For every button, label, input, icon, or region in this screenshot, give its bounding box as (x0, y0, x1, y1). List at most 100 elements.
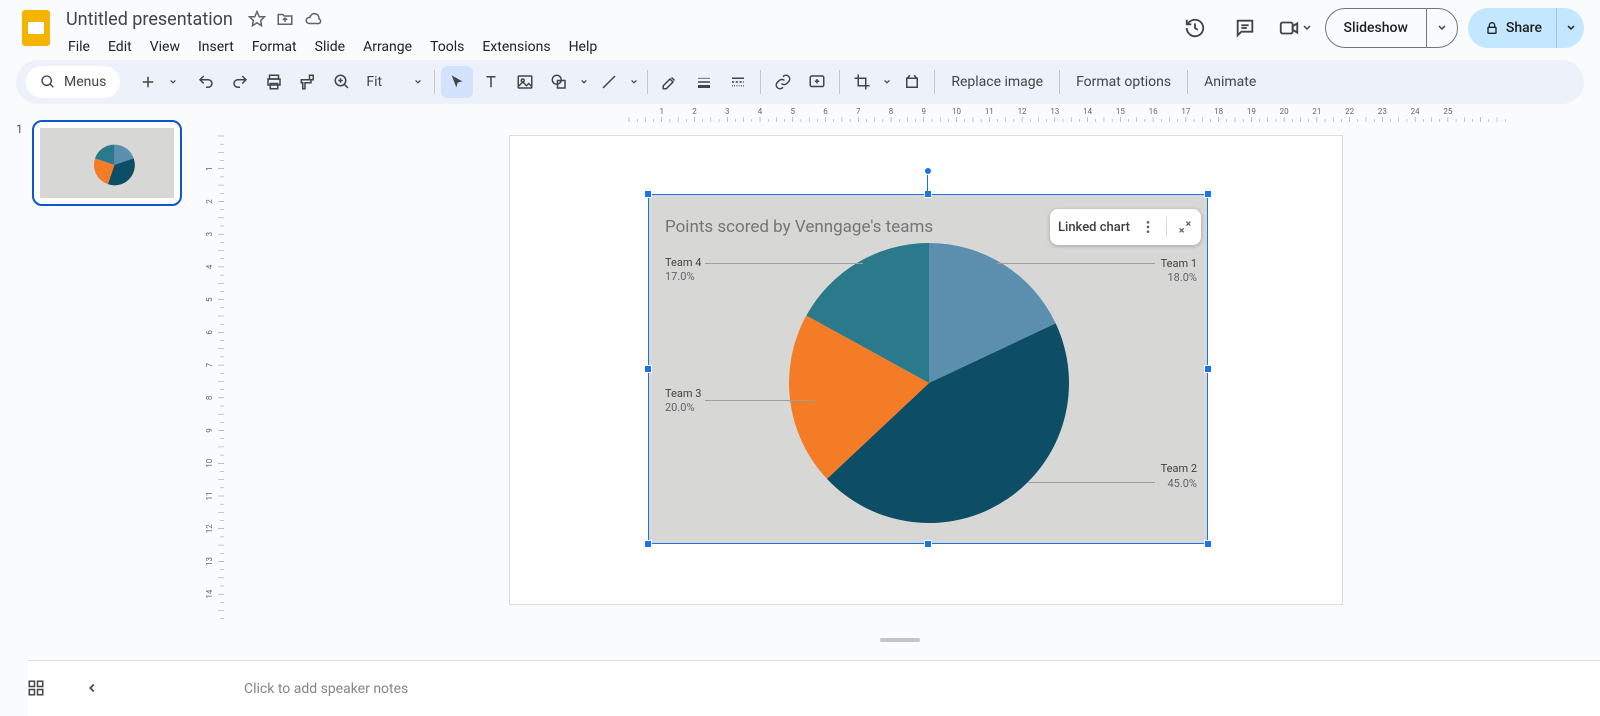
menu-search[interactable]: Menus (26, 66, 120, 98)
grid-view-icon[interactable] (22, 674, 50, 702)
separator (760, 70, 761, 94)
line-tool[interactable] (593, 66, 625, 98)
new-slide-dropdown[interactable] (166, 78, 180, 86)
comments-icon[interactable] (1225, 8, 1265, 48)
border-weight-button[interactable] (688, 66, 720, 98)
move-icon[interactable] (275, 9, 295, 29)
menu-format[interactable]: Format (244, 35, 305, 59)
svg-text:8: 8 (889, 107, 894, 116)
resize-handle[interactable] (644, 365, 652, 373)
svg-text:7: 7 (205, 362, 214, 367)
canvas-area[interactable]: 1234567891011121314151617181920212223242… (200, 104, 1600, 716)
resize-handle[interactable] (1204, 190, 1212, 198)
replace-image-button[interactable]: Replace image (941, 66, 1053, 98)
undo-button[interactable] (190, 66, 222, 98)
resize-handle[interactable] (924, 540, 932, 548)
separator (1187, 70, 1188, 94)
svg-text:14: 14 (1083, 107, 1092, 116)
svg-text:21: 21 (1312, 107, 1321, 116)
crop-button[interactable] (846, 66, 878, 98)
resize-handle[interactable] (924, 190, 932, 198)
menu-extensions[interactable]: Extensions (474, 35, 558, 59)
separator (1059, 70, 1060, 94)
version-history-icon[interactable] (1175, 8, 1215, 48)
menu-tools[interactable]: Tools (422, 35, 472, 59)
resize-handle[interactable] (644, 540, 652, 548)
svg-text:10: 10 (952, 107, 961, 116)
resize-handle[interactable] (644, 190, 652, 198)
slide-thumbnail-1[interactable] (32, 120, 182, 206)
reset-image-button[interactable] (896, 66, 928, 98)
svg-text:15: 15 (1116, 107, 1125, 116)
separator (1166, 217, 1167, 237)
line-dropdown[interactable] (627, 78, 641, 86)
svg-text:12: 12 (205, 524, 214, 533)
slide-canvas[interactable]: Points scored by Venngage's teams Team 1… (510, 136, 1342, 604)
border-color-button[interactable] (654, 66, 686, 98)
doc-title[interactable]: Untitled presentation (60, 7, 239, 32)
menu-arrange[interactable]: Arrange (355, 35, 420, 59)
select-tool[interactable] (441, 66, 473, 98)
speaker-notes[interactable]: Click to add speaker notes (28, 660, 1600, 716)
shape-tool[interactable] (543, 66, 575, 98)
print-button[interactable] (258, 66, 290, 98)
meet-button[interactable] (1275, 8, 1315, 48)
link-button[interactable] (767, 66, 799, 98)
menu-view[interactable]: View (142, 35, 188, 59)
resize-handle[interactable] (1204, 540, 1212, 548)
zoom-button[interactable] (326, 66, 358, 98)
svg-text:25: 25 (1443, 107, 1452, 116)
slides-logo[interactable] (16, 8, 56, 48)
zoom-select[interactable]: Fit (360, 66, 428, 98)
svg-text:5: 5 (205, 297, 214, 302)
menu-insert[interactable]: Insert (190, 35, 242, 59)
image-tool[interactable] (509, 66, 541, 98)
animate-button[interactable]: Animate (1194, 66, 1266, 98)
unlink-icon[interactable] (1177, 219, 1193, 235)
paint-format-button[interactable] (292, 66, 324, 98)
svg-text:11: 11 (985, 107, 994, 116)
slideshow-dropdown[interactable] (1427, 9, 1457, 47)
border-dash-button[interactable] (722, 66, 754, 98)
share-dropdown[interactable] (1556, 8, 1584, 48)
crop-dropdown[interactable] (880, 78, 894, 86)
menu-slide[interactable]: Slide (307, 35, 353, 59)
leader-line (705, 400, 815, 401)
svg-text:16: 16 (1149, 107, 1158, 116)
svg-text:7: 7 (856, 107, 861, 116)
redo-button[interactable] (224, 66, 256, 98)
separator (839, 70, 840, 94)
rotate-handle[interactable] (924, 167, 932, 175)
textbox-tool[interactable] (475, 66, 507, 98)
resize-handle[interactable] (1204, 365, 1212, 373)
menu-search-label: Menus (64, 74, 106, 90)
comment-button[interactable] (801, 66, 833, 98)
slideshow-button[interactable]: Slideshow (1326, 9, 1427, 47)
more-options-icon[interactable] (1140, 219, 1156, 235)
svg-text:10: 10 (205, 458, 214, 467)
menu-file[interactable]: File (60, 35, 98, 59)
svg-text:13: 13 (1050, 107, 1059, 116)
search-icon (40, 74, 56, 90)
cloud-status-icon[interactable] (303, 9, 323, 29)
chart-object-selected[interactable]: Points scored by Venngage's teams Team 1… (648, 194, 1208, 544)
menu-bar: File Edit View Insert Format Slide Arran… (60, 34, 1175, 60)
pie-label-team2: Team 2 45.0% (1161, 462, 1197, 491)
format-options-button[interactable]: Format options (1066, 66, 1181, 98)
svg-text:2: 2 (205, 199, 214, 204)
notes-resize-handle[interactable] (880, 638, 920, 642)
share-label: Share (1506, 20, 1542, 36)
linked-chart-label[interactable]: Linked chart (1058, 220, 1130, 235)
svg-text:8: 8 (205, 395, 214, 400)
svg-text:18: 18 (1214, 107, 1223, 116)
menu-help[interactable]: Help (561, 35, 606, 59)
menu-edit[interactable]: Edit (100, 35, 140, 59)
new-slide-button[interactable] (132, 66, 164, 98)
share-button[interactable]: Share (1468, 8, 1556, 48)
shape-dropdown[interactable] (577, 78, 591, 86)
svg-text:6: 6 (823, 107, 828, 116)
star-icon[interactable] (247, 9, 267, 29)
linked-chart-popup: Linked chart (1050, 209, 1201, 245)
collapse-filmstrip-icon[interactable] (78, 674, 106, 702)
chart-background: Points scored by Venngage's teams Team 1… (649, 195, 1207, 543)
